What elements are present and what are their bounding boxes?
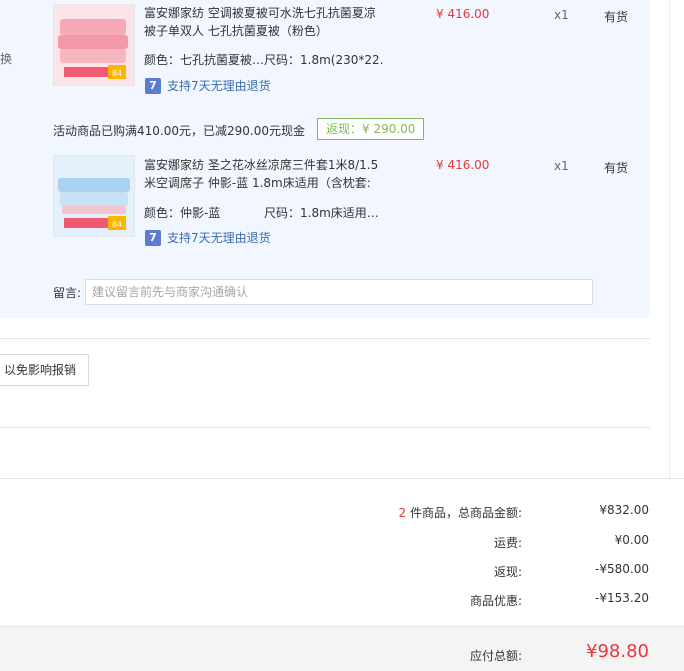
product-color-2: 颜色：仲影-蓝 <box>144 206 221 220</box>
seven-day-return-icon: 7 <box>145 229 161 246</box>
cashback-label: 返现: <box>493 565 522 579</box>
seven-day-return-icon: 7 <box>145 77 161 94</box>
product-size-2: 尺码：1.8m床适用… <box>264 206 379 220</box>
thumb-badge-1: 84 <box>112 69 122 78</box>
cashback-value: -¥580.00 <box>595 562 649 576</box>
product-qty-2: x1 <box>554 159 569 173</box>
product-stock-2: 有货 <box>604 161 629 175</box>
product-title-1[interactable]: 富安娜家纺 空调被夏被可水洗七孔抗菌夏凉 被子单双人 七孔抗菌夏被（粉色） <box>144 4 384 40</box>
product-title-2-line1[interactable]: 富安娜家纺 圣之花冰丝凉席三件套1米8/1.5 <box>144 156 384 174</box>
product-title-1-line1[interactable]: 富安娜家纺 空调被夏被可水洗七孔抗菌夏凉 <box>144 4 384 22</box>
shipping-label: 运费: <box>493 536 522 550</box>
product-size-1: 尺码：1.8m(230*22… <box>264 53 384 67</box>
shipping-value: ¥0.00 <box>614 533 649 547</box>
product-qty-1: x1 <box>554 8 569 22</box>
section-divider <box>0 427 650 428</box>
invoice-notice-button[interactable]: 以免影响报销 <box>0 354 90 386</box>
product-title-2[interactable]: 富安娜家纺 圣之花冰丝凉席三件套1米8/1.5 米空调席子 仲影-蓝 1.8m床… <box>144 156 384 192</box>
return-policy-1[interactable]: 7 支持7天无理由退货 <box>145 77 271 94</box>
rebate-badge: 返现：¥ 290.00 <box>317 118 425 140</box>
summary-divider <box>0 478 684 479</box>
right-edge-divider <box>669 0 670 478</box>
item-count: 2 <box>398 506 407 520</box>
discount-label: 商品优惠: <box>469 594 522 608</box>
product-title-1-line2[interactable]: 被子单双人 七孔抗菌夏被（粉色） <box>144 22 384 40</box>
thumb-badge-2: 84 <box>112 220 122 229</box>
goods-total-value: ¥832.00 <box>599 503 649 517</box>
product-title-2-line2[interactable]: 米空调席子 仲影-蓝 1.8m床适用（含枕套: <box>144 174 384 192</box>
quilt-pink-image: 84 <box>54 5 134 85</box>
promo-text: 活动商品已购满410.00元，已减290.00元现金 <box>53 124 305 138</box>
return-policy-1-label[interactable]: 支持7天无理由退货 <box>167 77 271 94</box>
product-stock-1: 有货 <box>604 10 629 24</box>
product-color-1: 颜色：七孔抗菌夏被… <box>144 53 264 67</box>
remark-input[interactable] <box>85 279 593 305</box>
item-count-suffix: 件商品，总商品金额: <box>406 506 522 520</box>
mat-blue-image: 84 <box>54 156 134 236</box>
product-thumbnail-1[interactable]: 84 <box>53 4 135 86</box>
remark-label: 留言: <box>53 286 82 300</box>
return-policy-2-label[interactable]: 支持7天无理由退货 <box>167 229 271 246</box>
product-price-1: ¥ 416.00 <box>436 7 490 21</box>
left-edge-text: 换 <box>0 52 13 66</box>
total-bar <box>0 626 684 671</box>
discount-value: -¥153.20 <box>595 591 649 605</box>
section-divider <box>0 338 650 339</box>
return-policy-2[interactable]: 7 支持7天无理由退货 <box>145 229 271 246</box>
goods-total-label: 2 件商品，总商品金额: <box>399 504 523 521</box>
product-price-2: ¥ 416.00 <box>436 158 490 172</box>
payable-label: 应付总额: <box>469 649 522 663</box>
payable-value: ¥98.80 <box>586 641 649 662</box>
product-thumbnail-2[interactable]: 84 <box>53 155 135 237</box>
